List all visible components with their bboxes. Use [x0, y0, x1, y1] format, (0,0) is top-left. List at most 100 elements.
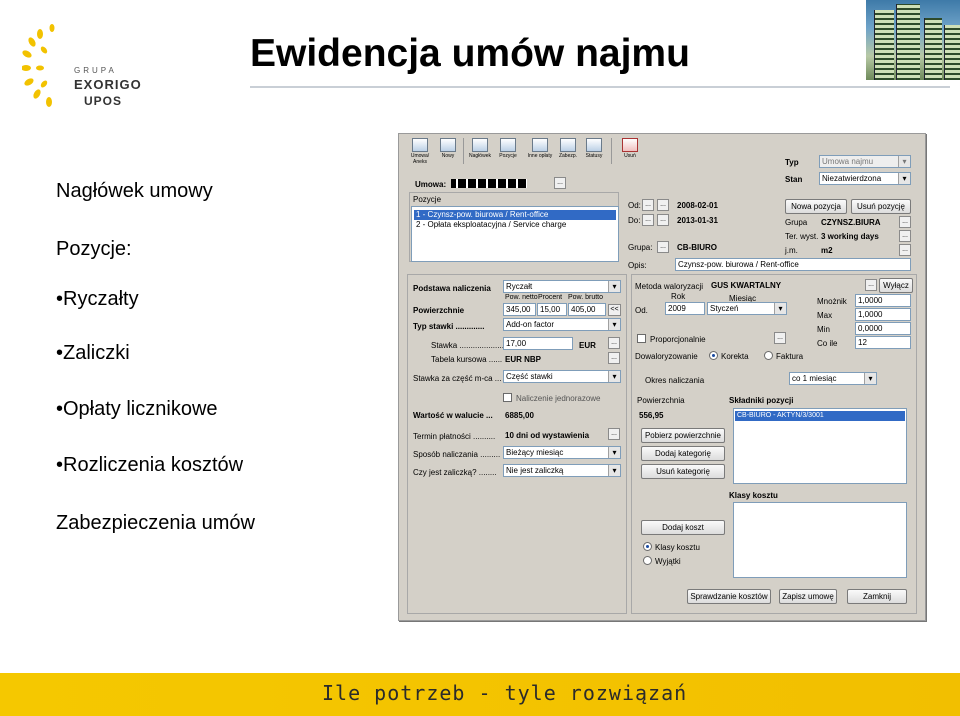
bullet-item: •Opłaty licznikowe	[56, 398, 218, 420]
opis-input[interactable]: Czynsz-pow. biurowa / Rent-office	[675, 258, 911, 271]
korekta-radio[interactable]	[709, 351, 718, 360]
umowa-picker-button[interactable]: ...	[554, 177, 566, 189]
toolbar-label: Usuń	[624, 153, 636, 159]
stawka-input[interactable]: 17,00	[503, 337, 573, 350]
stawka-label: Stawka ....................	[431, 341, 504, 350]
dodaj-koszt-button[interactable]: Dodaj koszt	[641, 520, 725, 535]
korekta-label: Korekta	[721, 352, 749, 361]
stan-select[interactable]: Niezatwierdzona	[819, 172, 911, 185]
toolbar-button-security[interactable]: Zabezp.	[555, 138, 581, 166]
do-picker-button-2[interactable]: ...	[657, 214, 669, 226]
title-divider	[250, 86, 950, 88]
wylacz-button[interactable]: Wyłącz	[879, 278, 913, 293]
pow-brutto-input[interactable]: 405,00	[568, 303, 606, 316]
toolbar-button-delete[interactable]: Usuń	[617, 138, 643, 166]
klasy-kosztu-list[interactable]	[733, 502, 907, 578]
pow-copy-button[interactable]: <<	[608, 304, 621, 316]
termin-value: 10 dni od wystawienia	[505, 431, 590, 440]
other-fees-icon	[532, 138, 548, 152]
sposob-select[interactable]: Bieżący miesiąc	[503, 446, 621, 459]
do-picker-button[interactable]: ...	[642, 214, 654, 226]
toolbar-button-items[interactable]: Pozycje	[495, 138, 521, 166]
tabela-picker-button[interactable]: ...	[608, 352, 620, 364]
toolbar-label: Pozycje	[499, 153, 517, 159]
pozycje-list[interactable]: 1 - Czynsz-pow. biurowa / Rent-office 2 …	[411, 206, 619, 262]
grupa-picker-button[interactable]: ...	[657, 241, 669, 253]
bullet-item: •Zaliczki	[56, 342, 130, 364]
okres-label: Okres naliczania	[645, 376, 705, 385]
zapisz-umowe-button[interactable]: Zapisz umowę	[779, 589, 837, 604]
proporcjonalnie-label: Proporcjonalnie	[650, 335, 706, 344]
podstawa-select[interactable]: Ryczałt	[503, 280, 621, 293]
typ-select[interactable]: Umowa najmu	[819, 155, 911, 168]
toolbar-button-statuses[interactable]: Statusy	[581, 138, 607, 166]
naliczenie-jednorazowe-checkbox[interactable]	[503, 393, 512, 402]
usun-pozycje-button[interactable]: Usuń pozycję	[851, 199, 911, 214]
od-waloryzacji-label: Od.	[635, 306, 648, 315]
toolbar-button-header[interactable]: Nagłówek	[467, 138, 493, 166]
stawka-czesc-select[interactable]: Część stawki	[503, 370, 621, 383]
okres-select[interactable]: co 1 miesiąc	[789, 372, 877, 385]
grupa2-picker-button[interactable]: ...	[899, 216, 911, 228]
metoda-label: Metoda waloryzacji	[635, 282, 704, 291]
powierzchnie-label: Powierzchnie	[413, 306, 465, 315]
co-ile-input[interactable]: 12	[855, 336, 911, 349]
jm-picker-button[interactable]: ...	[899, 244, 911, 256]
sposob-label: Sposób naliczania .........	[413, 450, 501, 459]
termin-label: Termin płatności ..........	[413, 432, 496, 441]
co-ile-label: Co ile	[817, 339, 838, 348]
toolbar-button-new[interactable]: Nowy	[435, 138, 461, 166]
min-input[interactable]: 0,0000	[855, 322, 911, 335]
dodaj-kategorie-button[interactable]: Dodaj kategorię	[641, 446, 725, 461]
wartosc-value: 6885,00	[505, 411, 534, 420]
items-icon	[500, 138, 516, 152]
stawka-currency: EUR	[579, 341, 596, 350]
zamknij-button[interactable]: Zamknij	[847, 589, 907, 604]
max-input[interactable]: 1,0000	[855, 308, 911, 321]
sprawdzanie-kosztow-button[interactable]: Sprawdzanie kosztów	[687, 589, 771, 604]
toolbar-button-other-fees[interactable]: Inne opłaty	[527, 138, 553, 166]
grupa-value: CB-BIURO	[677, 243, 717, 252]
typ-stawki-select[interactable]: Add-on factor	[503, 318, 621, 331]
pow-netto-input[interactable]: 345,00	[503, 303, 536, 316]
od-picker-button-2[interactable]: ...	[657, 199, 669, 211]
czy-zaliczka-select[interactable]: Nie jest zaliczką	[503, 464, 621, 477]
grupa2-value: CZYNSZ.BIURA	[821, 218, 881, 227]
list-item[interactable]: 2 - Opłata eksploatacyjna / Service char…	[414, 220, 566, 230]
miesiac-select[interactable]: Styczeń	[707, 302, 787, 315]
proporcjonalnie-checkbox[interactable]	[637, 334, 646, 343]
metoda-picker-button[interactable]: ...	[865, 279, 877, 291]
toolbar-button-contract[interactable]: Umowa/ Aneks	[407, 138, 433, 166]
do-label: Do:	[628, 216, 641, 225]
toolbar-label: Inne opłaty	[527, 153, 553, 159]
umowa-label: Umowa:	[415, 180, 447, 189]
statuses-icon	[586, 138, 602, 152]
skladniki-label: Składniki pozycji	[729, 396, 794, 405]
mnoznik-input[interactable]: 1,0000	[855, 294, 911, 307]
termin-picker-button[interactable]: ...	[608, 428, 620, 440]
jm-label: j.m.	[785, 246, 798, 255]
wartosc-label: Wartość w walucie ...	[413, 411, 493, 420]
bullet-item: Nagłówek umowy	[56, 180, 213, 202]
klasy-kosztu-radio[interactable]	[643, 542, 652, 551]
usun-kategorie-button[interactable]: Usuń kategorię	[641, 464, 725, 479]
skladniki-list[interactable]: CB-BIURO - AKTYN/3/3001	[733, 408, 907, 484]
slide-title: Ewidencja umów najmu	[250, 32, 690, 75]
toolbar-label: Nagłówek	[469, 153, 491, 159]
proporcjonalnie-picker-button[interactable]: ...	[774, 332, 786, 344]
od-label: Od:	[628, 201, 641, 210]
stawka-picker-button[interactable]: ...	[608, 337, 620, 349]
wyjatki-radio[interactable]	[643, 556, 652, 565]
ter-picker-button[interactable]: ...	[899, 230, 911, 242]
pow-procent-input[interactable]: 15,00	[537, 303, 567, 316]
toolbar-label: Statusy	[585, 153, 603, 159]
nowa-pozycja-button[interactable]: Nowa pozycja	[785, 199, 847, 214]
list-item[interactable]: 1 - Czynsz-pow. biurowa / Rent-office	[414, 210, 616, 220]
list-item[interactable]: CB-BIURO - AKTYN/3/3001	[735, 411, 905, 421]
od-picker-button[interactable]: ...	[642, 199, 654, 211]
pobierz-powierzchnie-button[interactable]: Pobierz powierzchnie	[641, 428, 725, 443]
do-value: 2013-01-31	[677, 216, 718, 225]
logo-grupa-text: GRUPA	[74, 66, 117, 75]
rok-input[interactable]: 2009	[665, 302, 705, 315]
faktura-radio[interactable]	[764, 351, 773, 360]
